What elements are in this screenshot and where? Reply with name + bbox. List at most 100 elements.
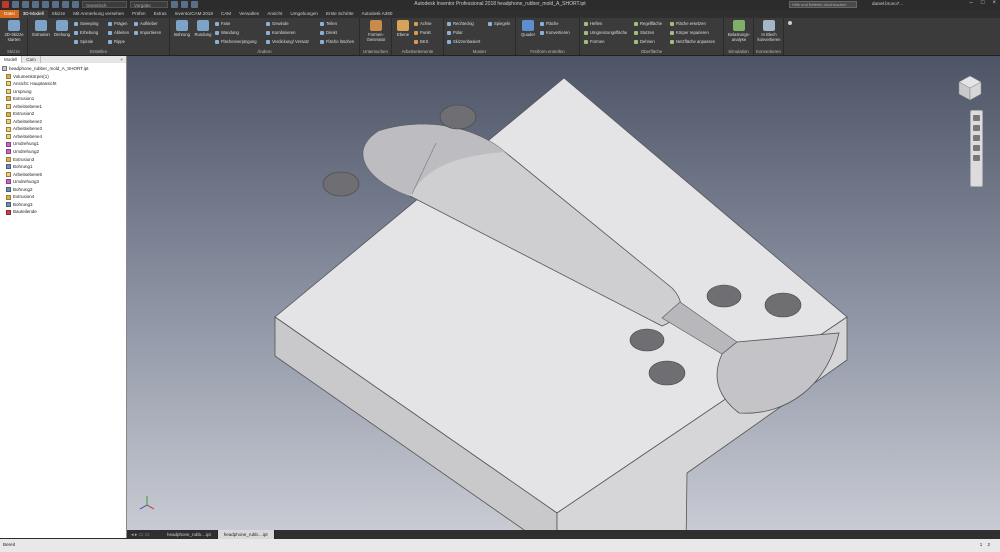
tab-erste-schritte[interactable]: Erste Schritte: [322, 10, 358, 18]
netzflaeche-button[interactable]: Netzfläche anpassen: [670, 39, 715, 44]
browser-node[interactable]: Bohrung1: [0, 163, 126, 171]
tab-modell[interactable]: Modell: [0, 56, 23, 63]
tab-verwalten[interactable]: Verwalten: [235, 10, 263, 18]
view-cube[interactable]: [957, 74, 983, 102]
zoom-icon[interactable]: [973, 135, 980, 141]
tab-extras[interactable]: Extras: [150, 10, 171, 18]
regelflaeche-button[interactable]: Regelfläche: [634, 21, 662, 26]
tab-prüfen[interactable]: Prüfen: [128, 10, 150, 18]
browser-node[interactable]: Arbeitsebene1: [0, 103, 126, 111]
browser-node[interactable]: Arbeitsebene3: [0, 125, 126, 133]
flaechenverjuengung-button[interactable]: Flächenverjüngung: [215, 39, 257, 44]
spirale-button[interactable]: Spirale: [74, 39, 93, 44]
help-search-input[interactable]: Hilfe und Befehle durchsuchen: [789, 1, 857, 8]
browser-node[interactable]: Arbeitsebene4: [0, 133, 126, 141]
spiegeln-button[interactable]: Spiegeln: [488, 21, 510, 26]
sweeping-button[interactable]: Sweeping: [74, 21, 98, 26]
browser-node[interactable]: headphone_rubber_mold_A_SHORT.ipt: [0, 65, 126, 73]
umgrenzungsflaeche-button[interactable]: Umgrenzungsfläche: [584, 30, 627, 35]
tab-cam[interactable]: CAM: [217, 10, 235, 18]
verdickung-button[interactable]: Verdickung/ Versatz: [266, 39, 309, 44]
drehung-button[interactable]: Drehung: [52, 20, 72, 37]
erhebung-button[interactable]: Erhebung: [74, 30, 98, 35]
import-icon: [134, 30, 138, 35]
rippe-button[interactable]: Rippe: [108, 39, 125, 44]
tab-inventorcam-2018[interactable]: InventorCAM 2018: [171, 10, 217, 18]
fase-button[interactable]: Fase: [215, 21, 230, 26]
teilen-button[interactable]: Teilen: [320, 21, 337, 26]
skizzenbasiert-button[interactable]: Skizzenbasiert: [447, 39, 480, 44]
kombinieren-button[interactable]: Kombinieren: [266, 30, 296, 35]
achse-button[interactable]: Achse: [414, 21, 432, 26]
browser-node[interactable]: Ursprung: [0, 88, 126, 96]
quader-button[interactable]: Quader: [518, 20, 538, 37]
browser-node[interactable]: Ansicht: Hauptansicht: [0, 80, 126, 88]
tab-skizze[interactable]: Skizze: [48, 10, 70, 18]
flaeche-ersetzen-button[interactable]: Fläche ersetzen: [670, 21, 706, 26]
doc-tab-2[interactable]: headphone_rubb....ipt: [217, 530, 275, 539]
bohrung-button[interactable]: Bohrung: [172, 20, 192, 37]
tab-cam[interactable]: Cam: [22, 56, 41, 63]
plane-icon: [6, 88, 11, 94]
ableiten-button[interactable]: Ableiten: [108, 30, 129, 35]
freiform-flaeche-button[interactable]: Fläche: [540, 21, 559, 26]
gewinde-button[interactable]: Gewinde: [266, 21, 289, 26]
punkt-button[interactable]: Punkt: [414, 30, 431, 35]
browser-node[interactable]: Extrusion1: [0, 95, 126, 103]
tab-mit-anmerkung-versehen[interactable]: Mit Anmerkung versehen: [69, 10, 128, 18]
browser-node[interactable]: Extrusion3: [0, 156, 126, 164]
minimize-icon[interactable]: –: [970, 0, 973, 6]
maximize-icon[interactable]: □: [981, 0, 985, 6]
close-icon[interactable]: ×: [992, 0, 996, 6]
browser-node[interactable]: Arbeitsebene2: [0, 118, 126, 126]
praegen-button[interactable]: Prägen: [108, 21, 128, 26]
doc-tab-nav-icons[interactable]: ◂ ▸ ▭ ▭: [127, 532, 161, 538]
stutzen-button[interactable]: Stutzen: [634, 30, 654, 35]
browser-node[interactable]: Arbeitsebene5: [0, 171, 126, 179]
importieren-button[interactable]: Importieren: [134, 30, 161, 35]
belastungsanalyse-button[interactable]: Belastungs-analyse: [726, 20, 752, 42]
pan-icon[interactable]: [973, 125, 980, 131]
tab-datei[interactable]: Datei: [0, 10, 19, 18]
add-tab-icon[interactable]: +: [117, 56, 126, 63]
blech-konvertieren-button[interactable]: In Blech konvertieren: [756, 20, 782, 42]
freiform-konvertieren-button[interactable]: Konvertieren: [540, 30, 570, 35]
tab-3d-modell[interactable]: 3D-Modell: [18, 10, 48, 18]
browser-node[interactable]: Umdrehung1: [0, 140, 126, 148]
look-at-icon[interactable]: [973, 155, 980, 161]
browser-node[interactable]: Bauteilende: [0, 208, 126, 216]
polar-button[interactable]: Polar: [447, 30, 463, 35]
formen-generator-button[interactable]: Formen-Generator: [363, 20, 389, 42]
steering-wheel-icon[interactable]: [973, 115, 980, 121]
orbit-icon[interactable]: [973, 145, 980, 151]
dehnen-button[interactable]: Dehnen: [634, 39, 655, 44]
browser-node[interactable]: Bohrung3: [0, 201, 126, 209]
browser-node[interactable]: Umdrehung3: [0, 178, 126, 186]
tab-autodesk-a360[interactable]: Autodesk A360: [358, 10, 397, 18]
ribbon-options-icon[interactable]: [788, 21, 794, 25]
bks-button[interactable]: BKS: [414, 39, 428, 44]
graphics-viewport[interactable]: [127, 56, 1000, 530]
start-2d-sketch-button[interactable]: 2D-Skizze starten: [3, 20, 25, 42]
tab-umgebungen[interactable]: Umgebungen: [286, 10, 322, 18]
browser-node[interactable]: Volumenkörper(1): [0, 73, 126, 81]
aufkleber-button[interactable]: Aufkleber: [134, 21, 158, 26]
formen-button[interactable]: Formen: [584, 39, 604, 44]
heften-button[interactable]: Heften: [584, 21, 602, 26]
doc-tab-1[interactable]: headphone_rubb....ipt: [161, 530, 218, 539]
browser-node[interactable]: Extrusion2: [0, 110, 126, 118]
tab-ansicht[interactable]: Ansicht: [263, 10, 286, 18]
user-account[interactable]: daniel.bruno7...: [872, 1, 903, 6]
rechteckig-button[interactable]: Rechteckig: [447, 21, 474, 26]
ebene-button[interactable]: Ebene: [394, 20, 412, 37]
direkt-button[interactable]: Direkt: [320, 30, 337, 35]
wandung-button[interactable]: Wandung: [215, 30, 239, 35]
browser-node[interactable]: Bohrung2: [0, 186, 126, 194]
flaeche-loeschen-button[interactable]: Fläche löschen: [320, 39, 354, 44]
rundung-button[interactable]: Rundung: [193, 20, 213, 37]
browser-node[interactable]: Extrusion4: [0, 193, 126, 201]
extrusion-button[interactable]: Extrusion: [31, 20, 51, 37]
ucs-icon: [414, 39, 418, 44]
browser-node[interactable]: Umdrehung2: [0, 148, 126, 156]
koerper-reparieren-button[interactable]: Körper reparieren: [670, 30, 709, 35]
